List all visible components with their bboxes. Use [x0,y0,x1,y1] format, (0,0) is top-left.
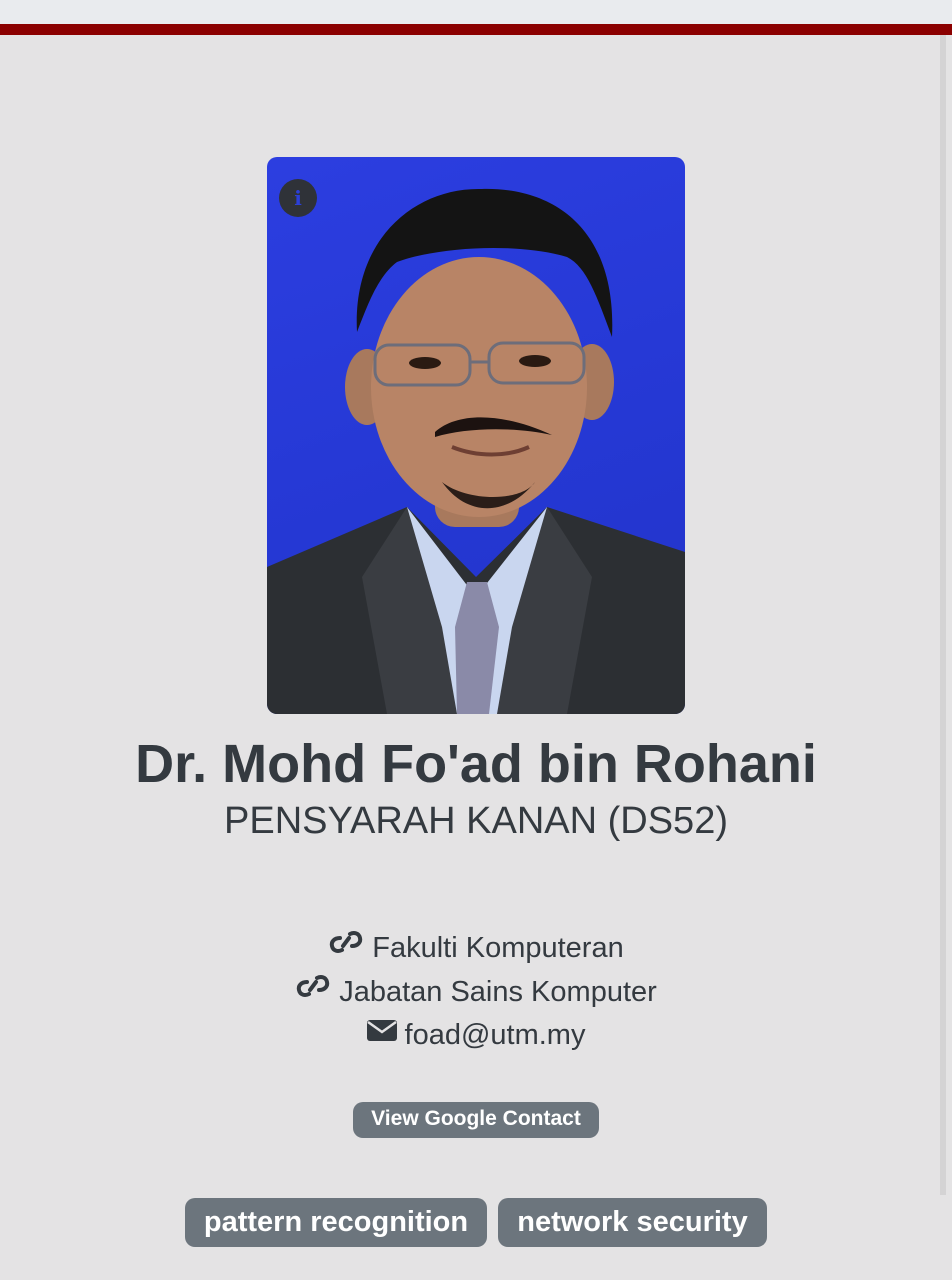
department-link[interactable]: Jabatan Sains Komputer [0,974,952,1011]
faculty-text: Fakulti Komputeran [372,932,624,964]
profile-photo [267,157,685,714]
info-glyph: i [294,186,302,210]
browser-top-strip [0,0,952,24]
department-text: Jabatan Sains Komputer [339,976,657,1008]
envelope-icon [366,1015,397,1051]
view-google-contact-button[interactable]: View Google Contact [353,1102,599,1138]
tag-network-security[interactable]: network security [498,1198,767,1247]
email-link[interactable]: foad@utm.my [0,1017,952,1054]
link-icon [328,928,364,964]
link-icon [295,972,331,1008]
profile-name: Dr. Mohd Fo'ad bin Rohani [135,734,817,794]
tag-pattern-recognition[interactable]: pattern recognition [185,1198,487,1247]
profile-title: PENSYARAH KANAN (DS52) [224,800,728,842]
header-accent-bar [0,24,952,35]
faculty-link[interactable]: Fakulti Komputeran [0,930,952,967]
info-icon[interactable]: i [279,179,317,217]
email-text: foad@utm.my [404,1019,586,1051]
